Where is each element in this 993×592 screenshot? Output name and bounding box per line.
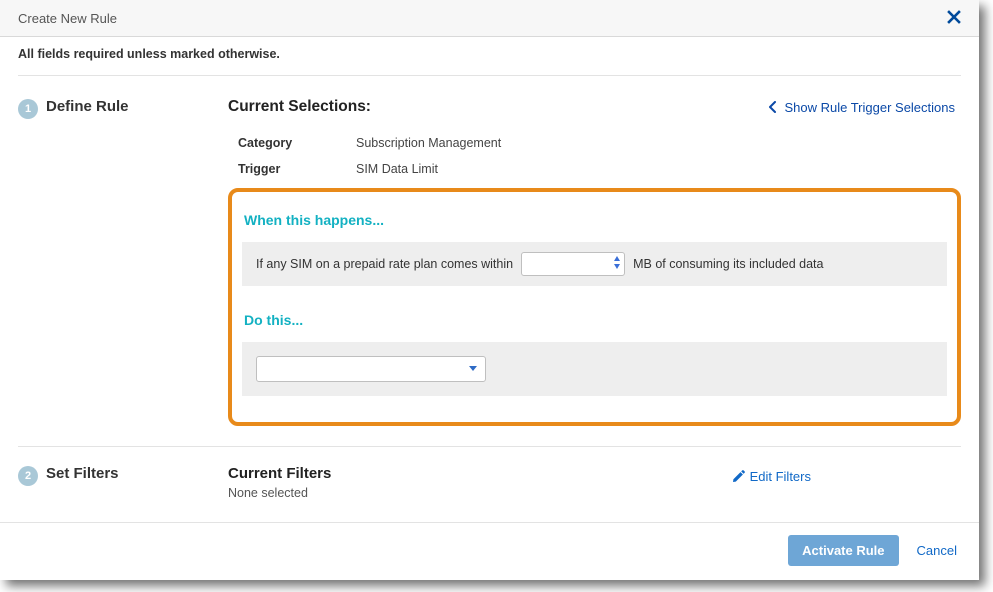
section-define-rule: 1 Define Rule Current Selections: Show R…	[0, 76, 979, 446]
selections-header: Current Selections: Show Rule Trigger Se…	[228, 98, 961, 116]
condition-bar: If any SIM on a prepaid rate plan comes …	[242, 242, 947, 286]
action-select[interactable]	[256, 356, 486, 382]
step-1-title: Define Rule	[46, 98, 129, 115]
trigger-value: SIM Data Limit	[356, 162, 438, 176]
action-bar	[242, 342, 947, 396]
show-rule-trigger-selections-label: Show Rule Trigger Selections	[784, 100, 955, 115]
required-fields-note: All fields required unless marked otherw…	[0, 37, 979, 75]
category-row: Category Subscription Management	[228, 130, 961, 156]
edit-filters-label: Edit Filters	[750, 469, 811, 484]
step-badge-1: 1	[18, 99, 38, 119]
modal-title: Create New Rule	[18, 11, 117, 26]
action-select-wrapper	[256, 356, 486, 382]
modal-header: Create New Rule	[0, 0, 979, 37]
category-label: Category	[238, 136, 356, 150]
step-1-header: 1 Define Rule	[18, 98, 228, 426]
step-2-content: Current Filters None selected Edit Filte…	[228, 465, 961, 500]
category-value: Subscription Management	[356, 136, 501, 150]
step-2-title: Set Filters	[46, 465, 119, 482]
rule-definition-highlight: When this happens... If any SIM on a pre…	[228, 188, 961, 426]
step-1-content: Current Selections: Show Rule Trigger Se…	[228, 98, 961, 426]
show-rule-trigger-selections-link[interactable]: Show Rule Trigger Selections	[768, 100, 961, 115]
current-filters-none: None selected	[228, 486, 331, 500]
current-filters-block: Current Filters None selected	[228, 465, 331, 500]
mb-threshold-wrapper	[521, 252, 625, 276]
create-rule-modal: Create New Rule All fields required unle…	[0, 0, 979, 580]
close-icon	[947, 10, 961, 24]
activate-rule-button[interactable]: Activate Rule	[788, 535, 898, 566]
condition-suffix-text: MB of consuming its included data	[633, 257, 823, 271]
current-filters-title: Current Filters	[228, 465, 331, 482]
trigger-row: Trigger SIM Data Limit	[228, 156, 961, 182]
current-selections-title: Current Selections:	[228, 98, 371, 116]
cancel-button[interactable]: Cancel	[915, 537, 959, 564]
when-this-happens-heading: When this happens...	[244, 212, 947, 228]
step-2-header: 2 Set Filters	[18, 465, 228, 500]
modal-footer: Activate Rule Cancel	[0, 522, 979, 580]
pencil-icon	[732, 470, 745, 483]
trigger-label: Trigger	[238, 162, 356, 176]
edit-filters-link[interactable]: Edit Filters	[732, 465, 961, 484]
condition-prefix-text: If any SIM on a prepaid rate plan comes …	[256, 257, 513, 271]
chevron-left-icon	[768, 101, 778, 113]
section-set-filters: 2 Set Filters Current Filters None selec…	[0, 447, 979, 518]
step-badge-2: 2	[18, 466, 38, 486]
do-this-heading: Do this...	[244, 312, 947, 328]
close-button[interactable]	[943, 9, 965, 27]
mb-threshold-input[interactable]	[521, 252, 625, 276]
